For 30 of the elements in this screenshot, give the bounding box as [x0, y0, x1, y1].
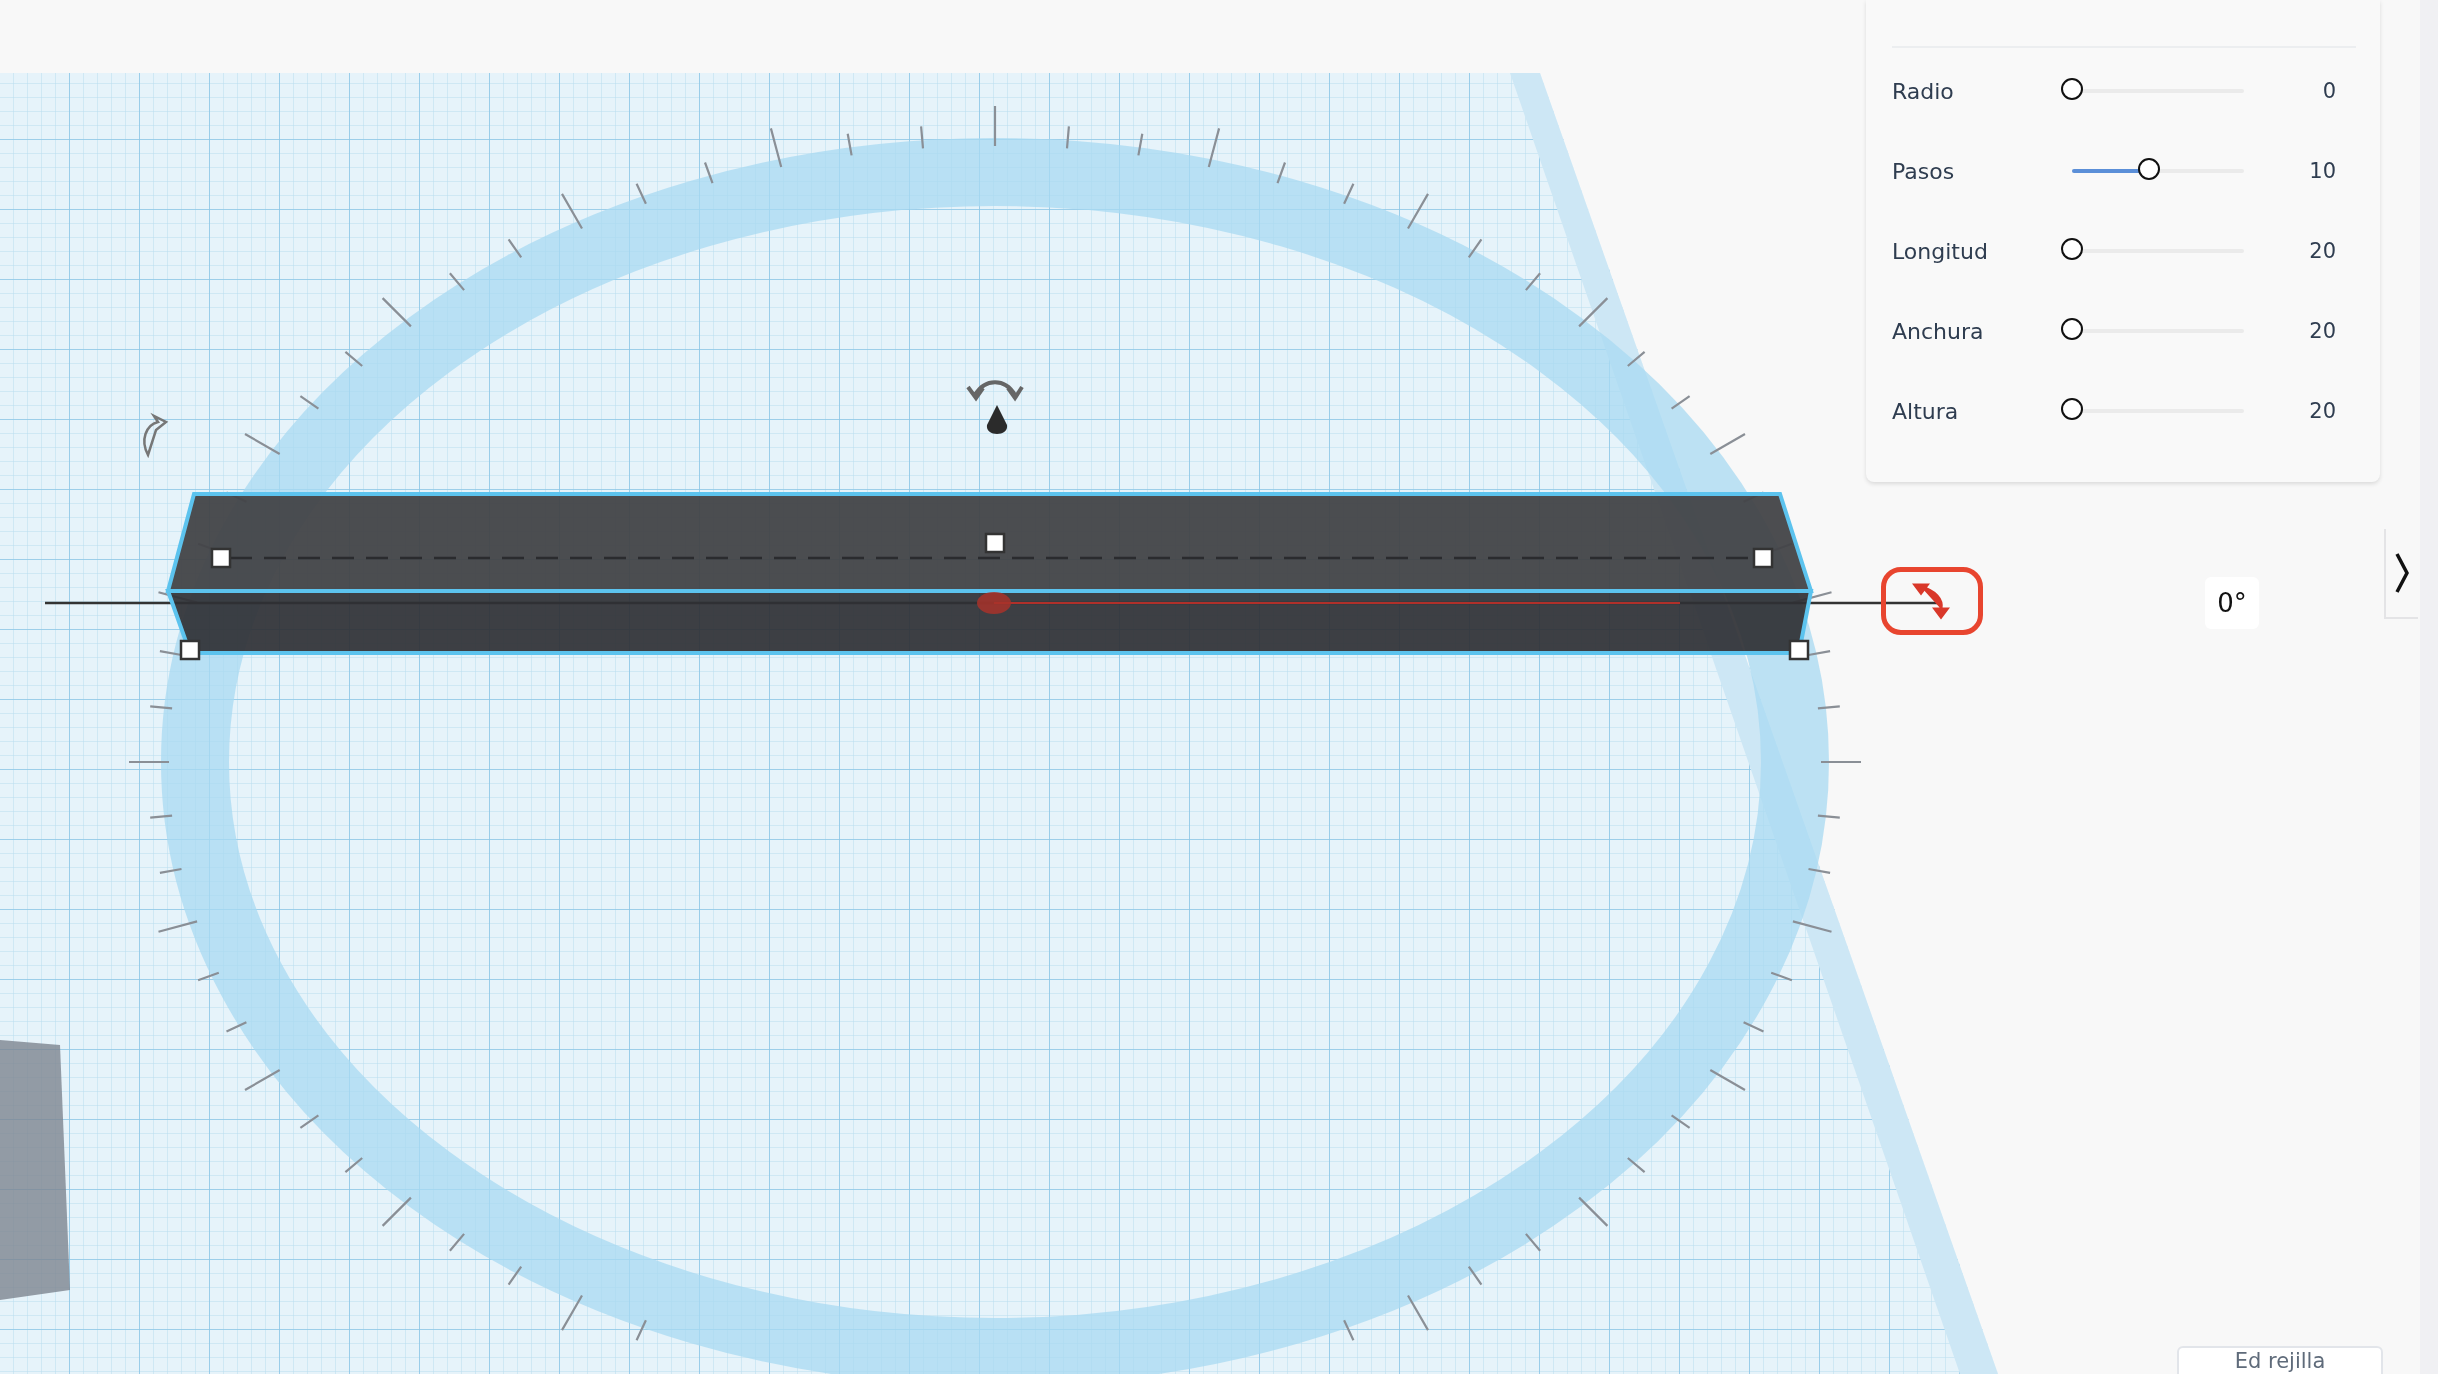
rotate-button[interactable]	[1881, 567, 1983, 635]
center-marker	[977, 592, 1011, 614]
slider-thumb[interactable]	[2138, 158, 2161, 180]
resize-handle[interactable]	[984, 532, 1006, 554]
resize-handle[interactable]	[210, 547, 232, 569]
rotate-arrow-icon[interactable]	[143, 414, 168, 457]
slider-thumb[interactable]	[2061, 238, 2083, 260]
parameter-label: Anchura	[1892, 318, 1985, 344]
collapse-tab[interactable]	[2384, 529, 2418, 619]
parameter-value: 20	[2309, 239, 2336, 263]
parameter-label: Altura	[1892, 398, 1960, 424]
parameter-label: Longitud	[1892, 238, 1989, 264]
parameter-label: Pasos	[1892, 158, 1956, 184]
rotate-arrow-icon[interactable]	[966, 380, 1024, 400]
edit-grid-button[interactable]: Ed rejilla	[2177, 1346, 2383, 1374]
angle-readout: 0°	[2205, 577, 2259, 629]
parameter-label: Radio	[1892, 78, 1955, 104]
resize-handle[interactable]	[179, 639, 201, 661]
slider-thumb[interactable]	[2061, 318, 2083, 340]
slider-thumb[interactable]	[2061, 78, 2083, 100]
slider-thumb[interactable]	[2061, 398, 2083, 420]
parameter-value: 20	[2309, 399, 2336, 423]
resize-handle[interactable]	[1788, 639, 1810, 661]
parameter-value: 20	[2309, 319, 2336, 343]
chevron-right-icon	[2394, 551, 2410, 595]
parameter-value: 10	[2309, 159, 2336, 183]
resize-handle[interactable]	[1752, 547, 1774, 569]
parameter-value: 0	[2322, 79, 2336, 103]
box-shape[interactable]	[165, 492, 1814, 655]
height-handle-icon[interactable]	[987, 405, 1007, 434]
